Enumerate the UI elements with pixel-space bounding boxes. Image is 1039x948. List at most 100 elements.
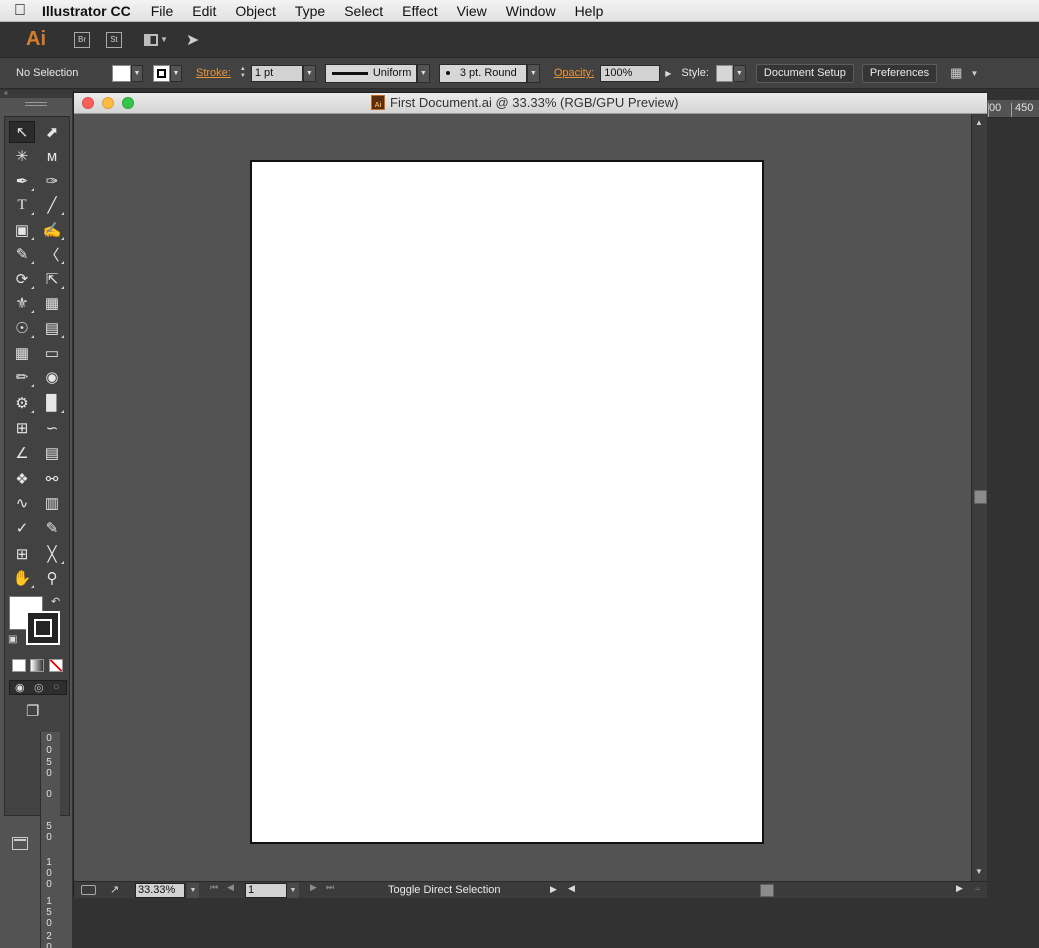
horizontal-scrollbar[interactable]: ◀ ▶ (564, 883, 969, 898)
panel-toggle-icon[interactable] (12, 837, 28, 850)
apple-icon[interactable]:  (14, 2, 42, 20)
curvature-tool-icon[interactable]: ✑ (39, 170, 65, 192)
profile-dropdown-button[interactable]: ▼ (416, 63, 430, 83)
menu-help[interactable]: Help (575, 3, 604, 19)
graphic-style-swatch[interactable] (715, 64, 733, 82)
panel-grip[interactable] (25, 102, 47, 106)
stroke-weight-input[interactable]: 1 pt (250, 64, 303, 82)
canvas-area[interactable] (74, 114, 971, 881)
artboard-dropdown-button[interactable]: ▼ (287, 883, 299, 898)
document-title-bar[interactable]: Ai First Document.ai @ 33.33% (RGB/GPU P… (74, 93, 987, 114)
previous-artboard-icon[interactable]: ◀ (227, 882, 234, 893)
lasso-tool-icon[interactable]: м (39, 145, 65, 167)
mesh-tool-icon[interactable]: ▦ (9, 342, 35, 364)
control-panel-menu-icon[interactable]: ▼ (970, 69, 978, 78)
share-icon[interactable]: ↗ (110, 883, 119, 896)
stroke-weight-dropdown[interactable]: ▼ (302, 64, 316, 82)
stroke-label[interactable]: Stroke: (196, 67, 231, 79)
knife-tool-icon[interactable]: ╳ (39, 543, 65, 565)
resize-grip-icon[interactable]: ∸ (974, 885, 981, 894)
screen-mode-icon[interactable]: ❐ (26, 702, 39, 720)
next-artboard-icon[interactable]: ▶ (310, 882, 317, 893)
zoom-tool-icon[interactable]: ⚲ (39, 567, 65, 589)
stroke-swatch[interactable] (153, 64, 170, 82)
magic-wand-tool-icon[interactable]: ✳ (9, 145, 35, 167)
artboard[interactable] (250, 160, 764, 844)
column-graph-tool-icon[interactable]: ▉ (39, 392, 65, 414)
stroke-weight-stepper[interactable]: ▲ ▼ (237, 65, 249, 82)
shaper-tool-icon[interactable]: ✎ (9, 243, 35, 265)
line-segment-tool-icon[interactable]: ╱ (39, 194, 65, 216)
vertical-scrollbar[interactable]: ▲ ▼ (971, 114, 987, 881)
graphic-style-dropdown[interactable]: ▼ (732, 64, 746, 82)
menu-select[interactable]: Select (344, 3, 383, 19)
opacity-slider-arrow-icon[interactable]: ▶ (665, 69, 671, 78)
pencil-tool-icon[interactable]: ✎ (39, 517, 65, 539)
free-transform-tool-icon[interactable]: ▦ (39, 292, 65, 314)
app-menu[interactable]: Illustrator CC (42, 3, 131, 19)
menu-effect[interactable]: Effect (402, 3, 438, 19)
preferences-button[interactable]: Preferences (861, 63, 938, 83)
perspective-grid-tool-icon[interactable]: ▤ (39, 317, 65, 339)
swap-fill-stroke-icon[interactable]: ↶ (51, 595, 60, 608)
cloud-sync-icon[interactable] (81, 885, 96, 895)
bridge-button[interactable]: Br (74, 31, 90, 48)
horizontal-scroll-thumb[interactable] (760, 884, 774, 897)
type-tool-icon[interactable]: T (9, 194, 35, 216)
path-tool-icon[interactable]: ∿ (9, 492, 35, 514)
shape-builder-tool-icon[interactable]: ☉ (9, 317, 35, 339)
close-window-button[interactable] (82, 97, 94, 109)
opacity-label[interactable]: Opacity: (554, 67, 594, 79)
scroll-up-icon[interactable]: ▲ (975, 118, 983, 127)
scroll-right-icon[interactable]: ▶ (956, 883, 963, 894)
blob-brush-tool-icon[interactable]: ✓ (9, 517, 35, 539)
status-text[interactable]: Toggle Direct Selection (388, 884, 501, 896)
stroke-color-swatch[interactable] (26, 611, 60, 645)
rotate-tool-icon[interactable]: ⟳ (9, 268, 35, 290)
gradient-tool-icon[interactable]: ▭ (39, 342, 65, 364)
zoom-level-input[interactable]: 33.33% (135, 883, 185, 898)
direct-selection-tool-icon[interactable]: ⬈ (39, 121, 65, 143)
last-artboard-icon[interactable]: ⏭ (326, 882, 334, 893)
draw-inside-icon[interactable]: ○ (53, 681, 60, 693)
menu-object[interactable]: Object (235, 3, 275, 19)
symbol-sprayer-tool-icon[interactable]: ⚙ (9, 392, 35, 414)
scale-tool-icon[interactable]: ⇱ (39, 268, 65, 290)
hand-tool-icon[interactable]: ✋ (9, 567, 35, 589)
live-paint-tool-icon[interactable]: ▥ (39, 492, 65, 514)
none-mode-icon[interactable] (49, 659, 63, 672)
zoom-window-button[interactable] (122, 97, 134, 109)
color-mode-icon[interactable] (12, 659, 26, 672)
menu-window[interactable]: Window (506, 3, 556, 19)
stroke-dropdown-button[interactable]: ▼ (170, 64, 182, 82)
paintbrush-tool-icon[interactable]: ✍ (39, 219, 65, 241)
scroll-down-icon[interactable]: ▼ (975, 867, 983, 876)
artboard-number-input[interactable]: 1 (245, 883, 287, 898)
default-fill-stroke-icon[interactable]: ▣ (8, 634, 17, 645)
menu-view[interactable]: View (457, 3, 487, 19)
vertical-scroll-thumb[interactable] (974, 490, 987, 504)
width-tool-icon[interactable]: ∠ (9, 442, 35, 464)
glasses-tool-icon[interactable]: ⚯ (39, 468, 65, 490)
warp-tool-icon[interactable]: ⚜ (9, 292, 35, 314)
menu-file[interactable]: File (151, 3, 174, 19)
pen-tool-icon[interactable]: ✒ (9, 170, 35, 192)
status-menu-icon[interactable]: ▶ (550, 884, 557, 895)
opacity-input[interactable]: 100% (600, 64, 661, 82)
menu-type[interactable]: Type (295, 3, 325, 19)
rectangle-tool-icon[interactable]: ▣ (9, 219, 35, 241)
artboard-tool-icon[interactable]: ⊞ (9, 417, 35, 439)
gpu-performance-icon[interactable]: ➤ (186, 30, 199, 50)
zoom-dropdown-button[interactable]: ▼ (187, 883, 199, 898)
brush-definition-dropdown[interactable]: 3 pt. Round (438, 63, 527, 83)
puppet-warp-tool-icon[interactable]: ❖ (9, 468, 35, 490)
eraser-tool-icon[interactable]: 〈 (39, 243, 65, 265)
brush-dropdown-button[interactable]: ▼ (526, 63, 540, 83)
arrange-documents-button[interactable]: ▼ (144, 33, 168, 46)
arrange-icon[interactable]: ▦ (950, 65, 962, 81)
crop-tool-icon[interactable]: ⊞ (9, 543, 35, 565)
fill-dropdown-button[interactable]: ▼ (131, 64, 143, 82)
draw-behind-icon[interactable]: ◎ (34, 681, 44, 694)
document-setup-button[interactable]: Document Setup (755, 63, 854, 83)
menu-edit[interactable]: Edit (192, 3, 216, 19)
